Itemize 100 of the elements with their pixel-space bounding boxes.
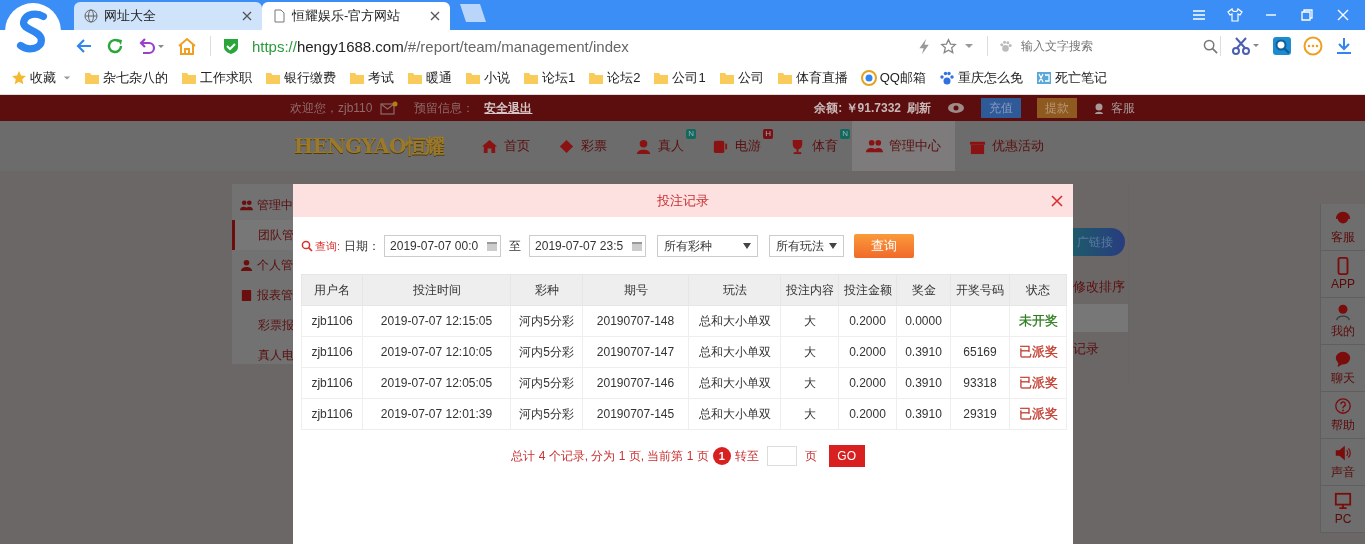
nav-item[interactable]: 首页 [466,121,544,171]
table-cell: 大 [780,398,839,430]
nav-item[interactable]: 优惠活动 [954,121,1058,171]
table-cell: 总和大小单双 [688,305,781,337]
shirt-icon[interactable] [1227,7,1243,23]
paw-icon [938,70,955,86]
browser-tab[interactable]: 恒耀娱乐-官方网站 [262,2,450,30]
bookmark[interactable]: 考试 [349,69,394,87]
nav-badge: H [763,129,773,139]
play-select[interactable]: 所有玩法 [769,235,845,257]
refresh-link[interactable]: 刷新 [907,99,931,117]
home-icon[interactable] [176,36,197,56]
customer-service-link[interactable]: 客服 [1111,99,1135,117]
sidebar-item[interactable]: 真人电 [232,340,293,370]
browser-tab[interactable]: 网址大全 [74,2,262,30]
bookmark[interactable]: 公司1 [653,69,706,87]
nav-item[interactable]: 真人 N [620,121,698,171]
page-number-field[interactable] [766,446,797,466]
table-cell: 93318 [950,367,1010,399]
table-cell: 总和大小单双 [688,367,781,399]
table-cell: zjb1106 [301,398,363,430]
sidebar-item[interactable]: 个人管 [232,250,293,280]
pagination-summary: 总计 4 个记录, 分为 1 页, 当前第 1 页 [511,447,709,465]
bookmark[interactable]: 小说 [465,69,510,87]
paw-icon [998,38,1014,54]
eye-icon[interactable] [947,102,965,114]
folder-icon [349,70,365,86]
caret-icon[interactable] [63,74,71,82]
column-header: 玩法 [688,274,781,306]
lottery-select[interactable]: 所有彩种 [657,235,759,257]
home-icon [480,137,498,155]
folder-icon [653,70,670,86]
person-icon [634,137,652,155]
bookmark[interactable]: 暖通 [407,69,452,87]
star-icon [11,70,27,86]
menu-icon[interactable] [1191,7,1207,23]
bookmark[interactable]: 论坛1 [523,69,576,87]
download-icon[interactable] [1334,36,1354,56]
person-icon[interactable] [1093,102,1105,114]
table-cell: 65169 [950,336,1010,368]
table-cell: zjb1106 [301,305,363,337]
close-icon[interactable] [1335,7,1351,23]
bookmark[interactable]: 死亡笔记 [1035,69,1107,87]
float-bar-item[interactable]: 客服 [1320,204,1365,251]
folder-icon [407,70,423,86]
start-date-field[interactable]: 2019-07-07 00:0 [384,235,502,257]
bookmark[interactable]: QQ邮箱 [860,69,926,87]
nav-item[interactable]: 彩票 [543,121,621,171]
bookmark[interactable]: 体育直播 [776,69,848,87]
folder-icon [776,70,793,86]
sidebar-item[interactable]: 管理中 [232,190,293,220]
go-button[interactable]: GO [828,445,865,467]
bookmark[interactable]: 重庆怎么免 [938,69,1023,87]
folder-icon [718,70,735,86]
caret-icon [829,243,838,249]
sidebar-item[interactable]: 彩票报 [232,310,293,340]
more-icon[interactable] [1303,36,1323,56]
nav-item[interactable]: 电游 H [697,121,775,171]
bookmark[interactable]: 工作求职 [181,69,252,87]
logout-link[interactable]: 安全退出 [484,99,533,117]
caret-icon[interactable] [964,41,975,51]
bookmark[interactable]: 论坛2 [588,69,641,87]
float-bar-item[interactable]: 声音 [1320,439,1365,486]
nav-item[interactable]: 管理中心 [851,121,955,171]
magnifier-icon[interactable] [1272,36,1293,56]
table-cell: 0.3910 [896,367,951,399]
sidebar-item[interactable]: 报表管 [232,280,293,310]
mail-icon[interactable] [380,101,399,115]
query-button[interactable]: 查询 [854,234,915,258]
calendar-icon[interactable] [486,240,499,252]
close-icon[interactable] [242,11,252,21]
search-icon[interactable] [1203,38,1219,54]
search-icon [301,240,313,252]
float-bar-item[interactable]: 我的 [1320,298,1365,345]
current-page-badge[interactable]: 1 [712,447,731,465]
column-header: 投注时间 [362,274,511,306]
float-bar-item[interactable]: 帮助 [1320,392,1365,439]
nav-item[interactable]: 体育 N [774,121,852,171]
bookmark[interactable]: 收藏 [11,69,71,87]
bookmark[interactable]: 杂七杂八的 [84,69,168,87]
float-bar-item[interactable]: 聊天 [1320,345,1365,392]
sidebar-item[interactable]: 团队管 [232,220,293,250]
star-icon[interactable] [940,37,958,55]
end-date-field[interactable]: 2019-07-07 23:5 [529,235,647,257]
restore-icon[interactable] [1299,7,1315,23]
close-icon[interactable] [430,11,440,21]
nav-badge: N [686,129,696,139]
refresh-icon[interactable] [105,36,125,56]
calendar-icon[interactable] [631,240,644,252]
bookmark[interactable]: 公司 [718,69,764,87]
url-text[interactable]: https://hengy1688.com/#/report/team/management/index [251,37,917,55]
status-text: 已派奖 [1018,375,1058,390]
bookmark[interactable]: 银行缴费 [265,69,336,87]
deposit-button[interactable]: 充值 [981,98,1021,118]
table-cell: 总和大小单双 [688,398,781,430]
balance-text: 余额: ￥91.7332 [814,99,901,117]
float-bar-item[interactable]: PC [1320,486,1365,533]
float-bar-item[interactable]: APP [1320,251,1365,298]
welcome-text: 欢迎您，zjb110 [290,99,373,117]
close-icon[interactable] [1051,195,1063,207]
